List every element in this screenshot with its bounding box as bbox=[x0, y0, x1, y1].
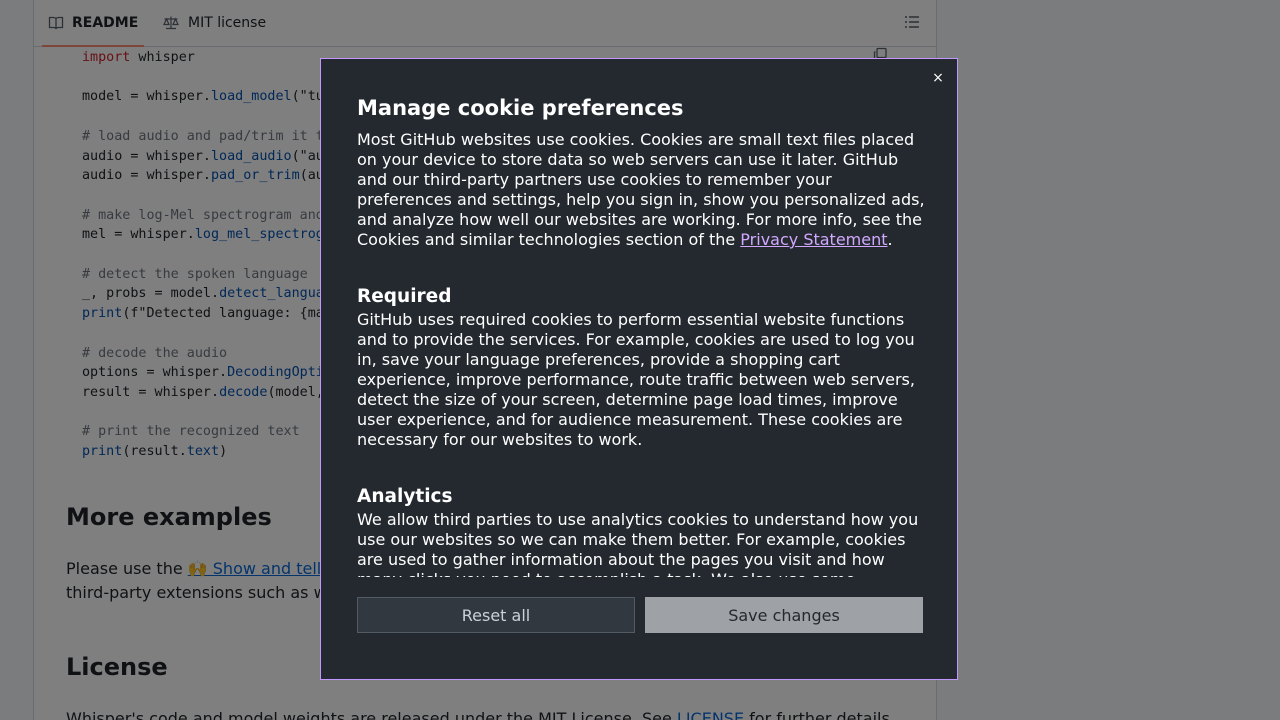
cookie-preferences-dialog: × Manage cookie preferences Most GitHub … bbox=[320, 58, 958, 680]
save-changes-button[interactable]: Save changes bbox=[645, 597, 923, 633]
close-button[interactable]: × bbox=[931, 71, 945, 85]
intro-paragraph: Most GitHub websites use cookies. Cookie… bbox=[357, 130, 927, 250]
analytics-heading: Analytics bbox=[357, 486, 453, 507]
required-heading: Required bbox=[357, 286, 452, 307]
intro-text-end: . bbox=[887, 230, 893, 249]
privacy-statement-link[interactable]: Privacy Statement bbox=[740, 230, 887, 249]
close-icon: × bbox=[932, 70, 944, 86]
dialog-title: Manage cookie preferences bbox=[357, 96, 684, 120]
analytics-paragraph: We allow third parties to use analytics … bbox=[357, 510, 919, 577]
reset-all-button[interactable]: Reset all bbox=[357, 597, 635, 633]
dialog-scroll-area[interactable]: Manage cookie preferences Most GitHub we… bbox=[357, 95, 927, 577]
required-paragraph: GitHub uses required cookies to perform … bbox=[357, 310, 915, 449]
